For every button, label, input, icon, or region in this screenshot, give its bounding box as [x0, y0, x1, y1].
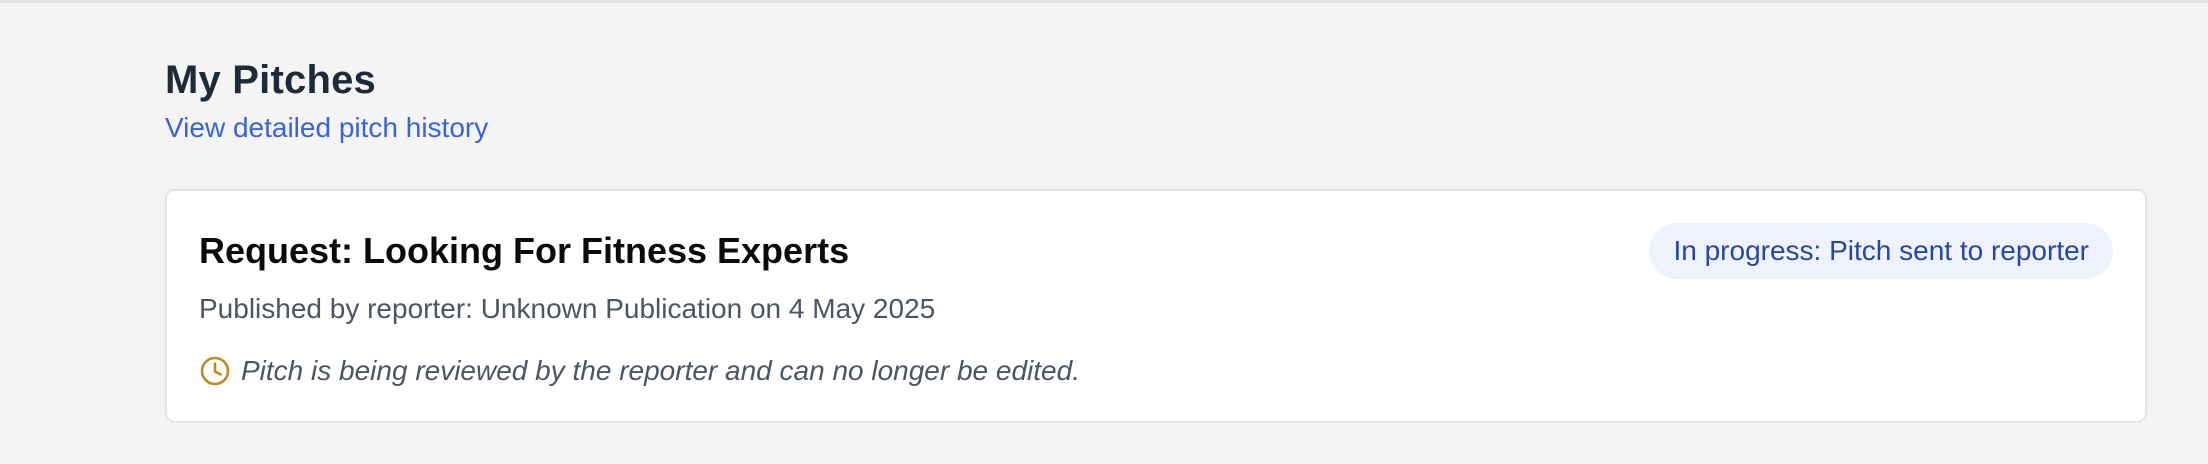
pitch-meta: Published by reporter: Unknown Publicati…: [199, 293, 936, 324]
status-badge: In progress: Pitch sent to reporter: [1649, 223, 2113, 279]
pitch-notice: Pitch is being reviewed by the reporter …: [199, 351, 1080, 391]
pitch-card: Request: Looking For Fitness Experts In …: [165, 189, 2147, 423]
my-pitches-section: My Pitches View detailed pitch history R…: [165, 55, 2147, 423]
page-title: My Pitches: [165, 58, 376, 102]
notice-text: Pitch is being reviewed by the reporter …: [241, 355, 1080, 386]
clock-icon: [199, 355, 231, 387]
pitch-title: Request: Looking For Fitness Experts: [199, 230, 850, 271]
top-divider: [0, 0, 2208, 3]
pitch-history-link[interactable]: View detailed pitch history: [165, 111, 488, 145]
